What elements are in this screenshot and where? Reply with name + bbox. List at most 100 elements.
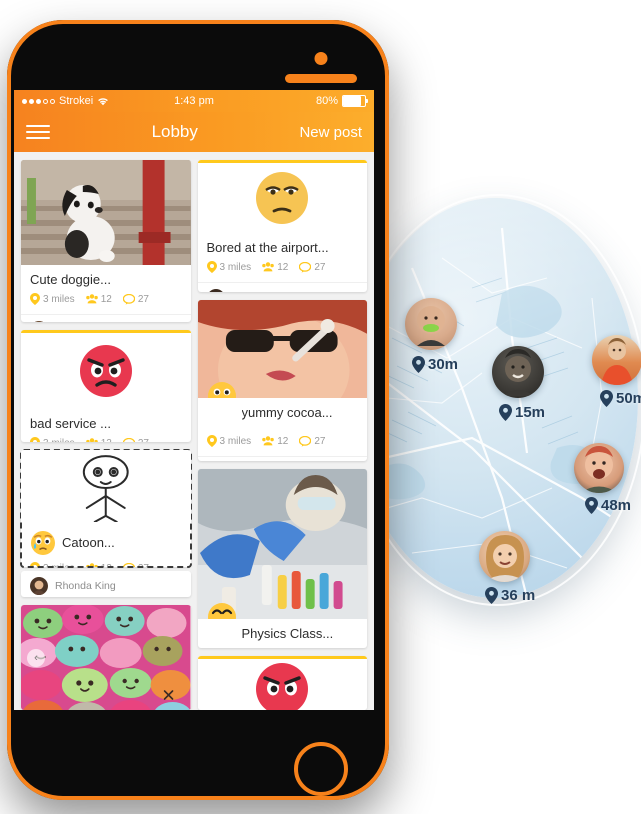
bored-face-emoji bbox=[254, 170, 310, 226]
meta-people-value: 12 bbox=[277, 435, 289, 447]
people-group-icon bbox=[262, 436, 274, 446]
angry-face-emoji bbox=[78, 343, 134, 399]
crying-face-emoji-art bbox=[31, 531, 55, 556]
meta-people-value: 12 bbox=[101, 438, 112, 442]
post-feed[interactable]: Cute doggie... 3 miles 12 27 bad service… bbox=[14, 152, 374, 710]
orange-shirt-person-avatar bbox=[592, 335, 641, 385]
feed-column-left: Cute doggie... 3 miles 12 27 bad service… bbox=[20, 160, 192, 710]
crying-face-emoji bbox=[30, 530, 56, 556]
meta-people: 12 bbox=[85, 294, 112, 305]
meta-comments-value: 27 bbox=[314, 261, 326, 273]
meta-distance: 3 miles bbox=[206, 435, 251, 448]
marker-15m-avatar[interactable] bbox=[492, 346, 544, 398]
post-emoji-area bbox=[21, 333, 191, 410]
location-pin-icon bbox=[412, 356, 425, 373]
location-pin-icon bbox=[206, 261, 217, 274]
people-group-icon bbox=[85, 438, 98, 443]
post-title: Bored at the airport... bbox=[206, 241, 329, 255]
marker-48m-avatar[interactable] bbox=[574, 443, 624, 493]
bored-face-emoji-art bbox=[256, 172, 309, 224]
marker-48m-pin[interactable]: 48m bbox=[585, 497, 631, 514]
marker-15m-pin[interactable]: 15m bbox=[499, 404, 545, 421]
post-author[interactable]: Rhonda King bbox=[21, 571, 191, 597]
post-body: Bored at the airport... 3 miles 12 27 bbox=[198, 233, 368, 282]
location-pin-icon bbox=[30, 437, 40, 443]
new-post-button[interactable]: New post bbox=[299, 124, 362, 141]
meta-distance-value: 3 miles bbox=[219, 261, 252, 273]
post-title: bad service ... bbox=[30, 417, 111, 432]
smiling-woman-avatar bbox=[479, 531, 530, 582]
battery-percent: 80% bbox=[315, 95, 338, 107]
rhonda-king-avatar bbox=[30, 576, 48, 595]
wifi-icon bbox=[98, 98, 109, 106]
post-card-candy-faces[interactable]: ‹ bbox=[21, 605, 191, 710]
marker-36m-pin[interactable]: 36 m bbox=[485, 587, 535, 604]
meta-comments-value: 27 bbox=[314, 435, 326, 447]
marker-36m-avatar[interactable] bbox=[479, 531, 530, 582]
post-card-catoon[interactable]: Catoon... 3 miles 12 bbox=[20, 449, 192, 568]
shouting-man-face bbox=[580, 446, 618, 493]
meta-people: 12 bbox=[85, 438, 112, 443]
carrier-name: Strokei bbox=[59, 95, 94, 107]
meta-comments-value: 27 bbox=[138, 438, 149, 442]
post-card-yummy-cocoa[interactable]: yummy cocoa... 3 miles 12 27 bbox=[197, 299, 368, 461]
post-card-bored-airport[interactable]: Bored at the airport... 3 miles 12 27 bbox=[197, 160, 368, 292]
post-meta: 3 miles 12 27 bbox=[30, 562, 182, 567]
post-emoji-area bbox=[197, 658, 367, 710]
feed-column-right: Bored at the airport... 3 miles 12 27 yu… bbox=[197, 160, 368, 710]
fred-hall-avatar bbox=[35, 321, 43, 323]
meta-people: 12 bbox=[85, 563, 112, 567]
meta-distance: 3 miles bbox=[30, 293, 75, 306]
navigation-bar: Lobby New post bbox=[14, 112, 374, 152]
carousel-prev-button[interactable]: ‹ bbox=[27, 648, 45, 667]
comment-bubble-icon bbox=[299, 261, 312, 273]
leona-collins-avatar bbox=[209, 289, 222, 292]
post-author[interactable]: Fred Hall bbox=[21, 314, 191, 323]
location-pin-icon bbox=[206, 435, 217, 448]
post-author[interactable]: Leona Collins bbox=[197, 282, 367, 292]
meta-comments: 27 bbox=[299, 261, 326, 273]
post-card-cute-doggie[interactable]: Cute doggie... 3 miles 12 27 bbox=[21, 160, 191, 323]
marker-50m-pin[interactable]: 50m bbox=[600, 390, 641, 407]
hamburger-menu-icon[interactable] bbox=[26, 121, 50, 143]
angry-face-emoji bbox=[254, 661, 310, 710]
woman-sunglasses-photo bbox=[197, 299, 367, 398]
post-meta: 3 miles 12 27 bbox=[30, 437, 182, 443]
post-meta-wrap: 3 miles 12 27 bbox=[198, 435, 368, 456]
marker-50m-avatar[interactable] bbox=[592, 335, 641, 385]
page-title: Lobby bbox=[151, 122, 198, 141]
post-body: bad service ... 3 miles 12 bbox=[21, 409, 191, 443]
post-title: Physics Class... bbox=[241, 626, 334, 641]
smiling-woman-face bbox=[484, 535, 526, 582]
marker-30m-label: 30m bbox=[428, 356, 459, 373]
post-card-catoon-author[interactable]: Rhonda King bbox=[21, 570, 191, 597]
candy-faces-photo bbox=[21, 605, 191, 710]
post-meta: 3 miles 12 27 bbox=[206, 261, 359, 274]
post-body: Physics Class... bbox=[198, 619, 368, 648]
meta-distance: 3 miles bbox=[30, 562, 75, 567]
meta-comments: 27 bbox=[299, 435, 326, 447]
comment-bubble-icon bbox=[299, 435, 312, 447]
post-author[interactable]: Leona Collins bbox=[197, 456, 367, 461]
comment-bubble-icon bbox=[122, 293, 135, 305]
signal-strength-icon bbox=[22, 98, 55, 104]
post-card-angry-partial[interactable] bbox=[197, 655, 367, 710]
meta-comments: 27 bbox=[122, 293, 149, 305]
puppy-photo bbox=[21, 160, 191, 265]
marker-48m-label: 48m bbox=[601, 497, 632, 514]
post-card-bad-service[interactable]: bad service ... 3 miles 12 bbox=[21, 330, 191, 443]
marker-30m-pin[interactable]: 30m bbox=[412, 356, 458, 373]
stick-figure-art bbox=[82, 455, 129, 523]
meta-comments: 27 bbox=[122, 562, 149, 567]
post-card-physics-class[interactable]: Physics Class... 3 miles 12 bbox=[197, 468, 368, 648]
bald-man-avatar bbox=[405, 298, 457, 350]
meta-distance: 3 miles bbox=[30, 437, 75, 443]
marker-50m-label: 50m bbox=[616, 390, 641, 407]
home-button[interactable] bbox=[293, 742, 348, 796]
location-pin-icon bbox=[30, 562, 40, 567]
post-body: Cute doggie... 3 miles 12 27 bbox=[21, 265, 191, 314]
puppy-photo-art bbox=[21, 160, 191, 265]
post-title: Cute doggie... bbox=[30, 273, 111, 287]
marker-30m-avatar[interactable] bbox=[405, 298, 457, 350]
location-pin-icon bbox=[499, 404, 512, 421]
